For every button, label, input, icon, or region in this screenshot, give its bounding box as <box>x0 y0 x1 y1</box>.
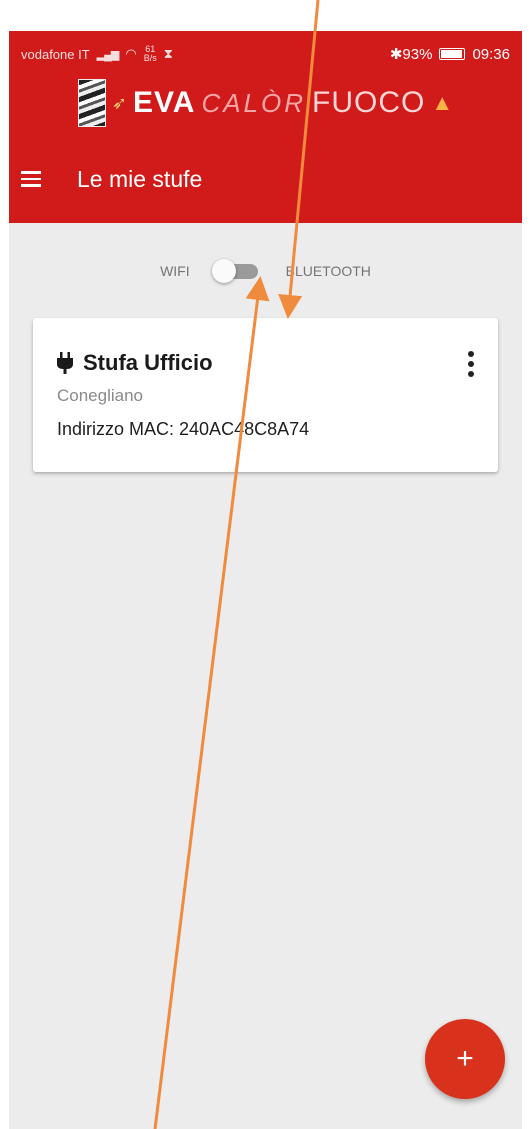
stove-name: Stufa Ufficio <box>83 350 213 375</box>
net-speed-unit: B/s <box>143 53 157 63</box>
hourglass-icon: ⧗ <box>163 46 173 61</box>
birch-logo-icon <box>77 79 106 127</box>
wifi-label: WIFI <box>160 263 190 279</box>
connection-toggle-switch[interactable] <box>211 256 264 286</box>
brand-logo: ➶ EVA CALÒR FUOCO ▲ <box>9 77 522 129</box>
wifi-icon: ◠ <box>125 46 137 61</box>
clock: 09:36 <box>472 45 510 63</box>
brand-calor: CALÒR <box>201 87 307 118</box>
stove-location: Conegliano <box>57 386 144 405</box>
connection-toggle-row: WIFI BLUETOOTH <box>9 256 522 286</box>
brand-eva: EVA <box>132 86 196 119</box>
menu-icon[interactable] <box>21 161 57 197</box>
stove-card[interactable]: Stufa Ufficio Conegliano Indirizzo MAC: … <box>33 318 498 472</box>
brand-fuoco: FUOCO <box>312 86 426 119</box>
add-icon: + <box>456 1042 474 1075</box>
app-bar: vodafone IT ▂▄▆ ◠ 61 B/s ⧗ ✱93% 09:36 ➶ … <box>9 31 522 223</box>
switch-thumb[interactable] <box>211 259 236 283</box>
plug-icon <box>57 352 73 374</box>
bluetooth-label: BLUETOOTH <box>285 263 371 279</box>
battery-icon <box>439 48 466 60</box>
toolbar: Le mie stufe <box>9 147 522 211</box>
battery-percent: ✱93% <box>389 46 433 63</box>
leaf-icon: ➶ <box>111 92 127 113</box>
signal-icon: ▂▄▆ <box>96 48 120 61</box>
add-stove-button[interactable]: + <box>425 1019 505 1099</box>
carrier-label: vodafone IT <box>21 46 90 62</box>
status-bar: vodafone IT ▂▄▆ ◠ 61 B/s ⧗ ✱93% 09:36 <box>9 31 522 77</box>
more-vert-icon[interactable] <box>456 340 486 388</box>
app-screen: vodafone IT ▂▄▆ ◠ 61 B/s ⧗ ✱93% 09:36 ➶ … <box>9 31 522 1129</box>
flame-icon: ▲ <box>431 90 454 115</box>
stove-mac-address: Indirizzo MAC: 240AC48C8A74 <box>57 419 310 439</box>
page-title: Le mie stufe <box>77 165 203 192</box>
